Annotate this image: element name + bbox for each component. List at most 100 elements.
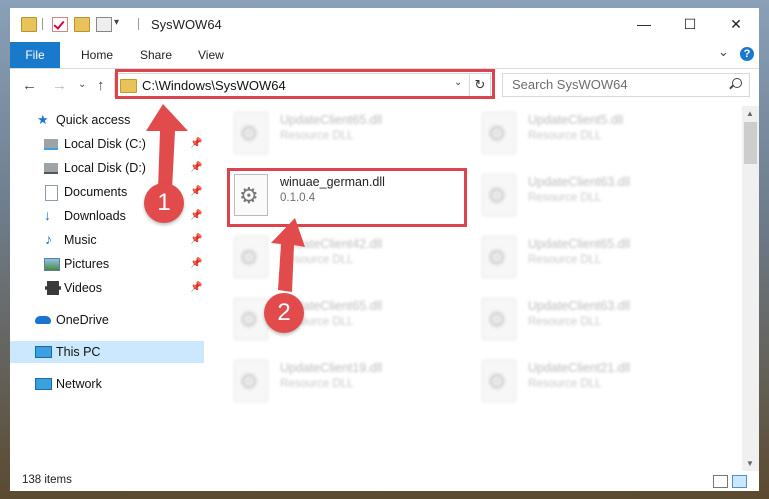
tab-share[interactable]: Share	[140, 48, 172, 62]
maximize-button[interactable]: ☐	[667, 8, 713, 40]
sidebar-item-local-disk-d[interactable]: Local Disk (D:) 📌	[10, 157, 204, 179]
sidebar-item-this-pc[interactable]: This PC	[10, 341, 204, 363]
step-2-badge: 2	[264, 293, 304, 333]
sidebar-item-label: Quick access	[56, 113, 131, 127]
file-tile[interactable]: UpdateClient65.dll Resource DLL	[456, 232, 676, 284]
dll-file-icon	[234, 112, 268, 154]
dll-file-icon	[482, 112, 516, 154]
large-icons-view-icon[interactable]	[732, 475, 747, 488]
dll-file-icon	[482, 360, 516, 402]
vertical-scrollbar[interactable]: ▲ ▼	[742, 106, 759, 471]
file-tile[interactable]: UpdateClient63.dll Resource DLL	[456, 294, 676, 346]
cloud-icon	[35, 316, 51, 324]
file-type: Resource DLL	[528, 130, 602, 142]
ribbon-expand-icon[interactable]: ⌄	[718, 44, 729, 60]
separator	[138, 18, 139, 30]
sidebar-item-label: Local Disk (D:)	[64, 161, 146, 175]
file-type: Resource DLL	[528, 192, 602, 204]
sidebar-item-videos[interactable]: Videos 📌	[10, 277, 204, 299]
file-tile[interactable]: UpdateClient65.dll Resource DLL	[208, 294, 428, 346]
search-box[interactable]	[502, 73, 750, 97]
file-list: UpdateClient65.dll Resource DLL UpdateCl…	[208, 106, 742, 471]
sidebar-item-quick-access[interactable]: ★ Quick access	[10, 109, 204, 131]
tab-home[interactable]: Home	[81, 48, 113, 62]
sidebar-item-network[interactable]: Network	[10, 373, 204, 395]
pin-icon[interactable]: 📌	[190, 186, 202, 197]
file-type: Resource DLL	[528, 316, 602, 328]
file-tile[interactable]: UpdateClient5.dll Resource DLL	[456, 108, 676, 160]
back-button[interactable]: ←	[22, 77, 37, 94]
status-bar: 138 items	[10, 471, 759, 491]
scroll-down-icon[interactable]: ▼	[746, 459, 754, 468]
file-tile[interactable]: UpdateClient21.dll Resource DLL	[456, 356, 676, 408]
file-tile[interactable]: UpdateClient65.dll Resource DLL	[208, 108, 428, 160]
recent-locations-button[interactable]: ⌄	[78, 79, 86, 90]
search-input[interactable]	[503, 74, 732, 94]
sidebar-item-label: Downloads	[64, 209, 126, 223]
pin-icon[interactable]: 📌	[190, 282, 202, 293]
dll-file-icon	[234, 236, 268, 278]
sidebar-item-label: Videos	[64, 281, 102, 295]
file-name: UpdateClient5.dll	[528, 113, 624, 127]
sidebar-item-pictures[interactable]: Pictures 📌	[10, 253, 204, 275]
pin-icon[interactable]: 📌	[190, 234, 202, 245]
sidebar-item-label: OneDrive	[56, 313, 109, 327]
folder-icon[interactable]	[21, 17, 37, 32]
file-name: UpdateClient19.dll	[280, 361, 383, 375]
dll-file-icon	[234, 298, 268, 340]
videos-icon	[45, 281, 61, 295]
file-type: Resource DLL	[528, 254, 602, 266]
file-tile[interactable]: UpdateClient63.dll Resource DLL	[456, 170, 676, 222]
sidebar-item-label: Network	[56, 377, 102, 391]
item-count: 138 items	[22, 474, 72, 486]
ribbon-tabs: File Home Share View ⌄ ?	[10, 40, 759, 69]
close-button[interactable]: ✕	[713, 8, 759, 40]
star-icon: ★	[37, 112, 49, 127]
help-icon[interactable]: ?	[740, 47, 754, 61]
forward-button[interactable]: →	[52, 77, 67, 94]
step-1-badge: 1	[144, 183, 184, 223]
tab-file[interactable]: File	[10, 42, 60, 68]
separator	[42, 18, 43, 30]
details-view-icon[interactable]	[713, 475, 728, 488]
file-type: Resource DLL	[528, 378, 602, 390]
file-type: Resource DLL	[280, 130, 354, 142]
file-name: UpdateClient63.dll	[528, 175, 631, 189]
address-highlight-box	[115, 69, 495, 99]
up-button[interactable]: ↑	[97, 77, 105, 94]
pin-icon[interactable]: 📌	[190, 162, 202, 173]
file-name: UpdateClient42.dll	[280, 237, 383, 251]
tab-view[interactable]: View	[198, 48, 224, 62]
minimize-button[interactable]: —	[621, 8, 667, 40]
search-icon[interactable]	[732, 78, 742, 88]
file-tile[interactable]: UpdateClient19.dll Resource DLL	[208, 356, 428, 408]
sidebar-item-music[interactable]: ♪ Music 📌	[10, 229, 204, 251]
network-icon	[35, 378, 52, 390]
documents-icon	[45, 185, 58, 201]
title-bar: ▾ SysWOW64 — ☐ ✕	[10, 8, 759, 40]
file-highlight-box	[227, 168, 467, 227]
downloads-icon: ↓	[44, 207, 51, 223]
drive-icon	[44, 163, 58, 174]
dll-file-icon	[482, 174, 516, 216]
scrollbar-thumb[interactable]	[744, 122, 757, 164]
pin-icon[interactable]: 📌	[190, 258, 202, 269]
sidebar-item-label: Pictures	[64, 257, 110, 271]
file-name: UpdateClient65.dll	[528, 237, 631, 251]
file-tile[interactable]: UpdateClient42.dll Resource DLL	[208, 232, 428, 284]
scroll-up-icon[interactable]: ▲	[746, 109, 754, 118]
sidebar-item-label: This PC	[56, 345, 101, 359]
new-folder-icon[interactable]	[74, 17, 90, 32]
sidebar-item-label: Music	[64, 233, 97, 247]
drive-icon	[44, 139, 58, 150]
sidebar-item-local-disk-c[interactable]: Local Disk (C:) 📌	[10, 133, 204, 155]
properties-icon[interactable]	[52, 17, 68, 32]
dll-file-icon	[234, 360, 268, 402]
sidebar-item-onedrive[interactable]: OneDrive	[10, 309, 204, 331]
customize-icon[interactable]	[96, 17, 112, 32]
pin-icon[interactable]: 📌	[190, 138, 202, 149]
pin-icon[interactable]: 📌	[190, 210, 202, 221]
dll-file-icon	[482, 298, 516, 340]
qat-dropdown-icon[interactable]: ▾	[114, 17, 119, 28]
navigation-pane: ★ Quick access Local Disk (C:) 📌 Local D…	[10, 106, 206, 471]
